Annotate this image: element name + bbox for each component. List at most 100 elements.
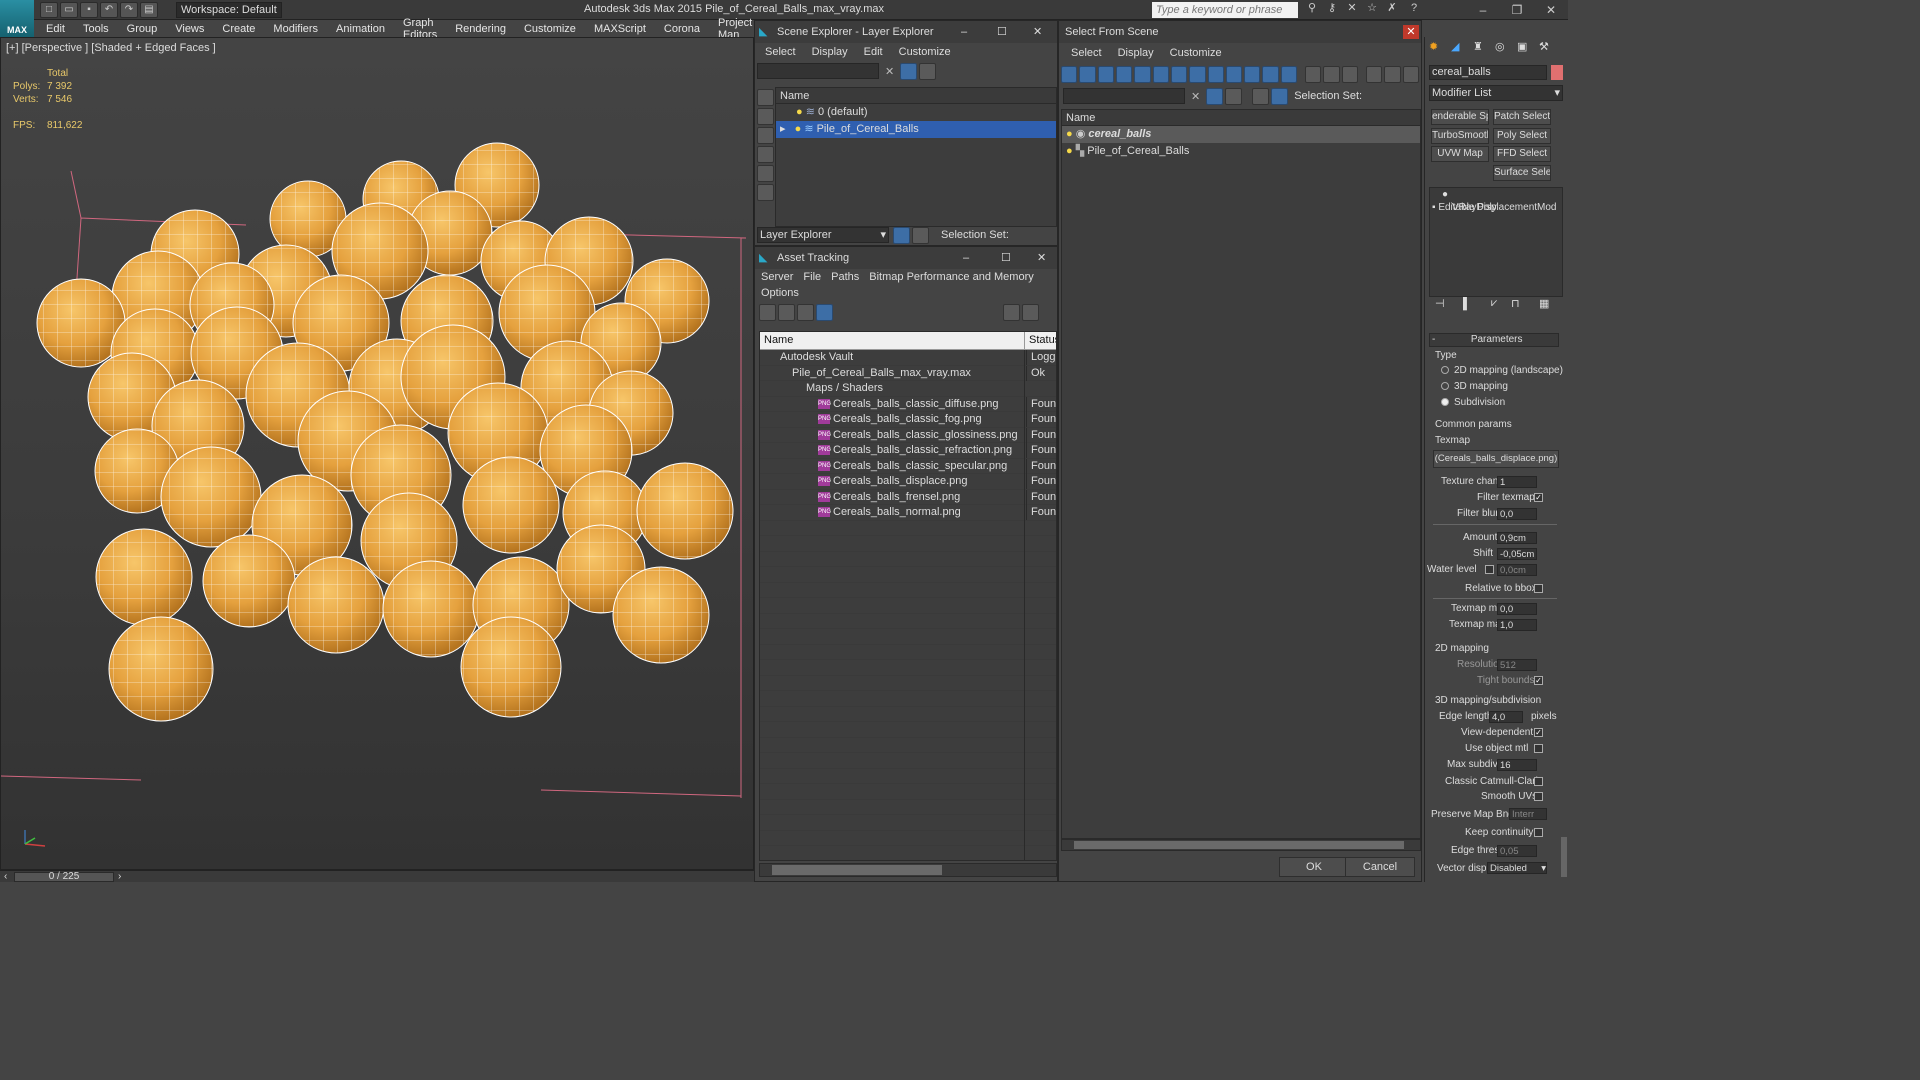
new-file-icon[interactable]: □ bbox=[40, 2, 58, 18]
restore-icon[interactable]: ❐ bbox=[1500, 0, 1534, 20]
menu-animation[interactable]: Animation bbox=[336, 23, 385, 35]
prev-frame-icon[interactable]: ‹ bbox=[4, 871, 7, 882]
remove-modifier-icon[interactable]: ⊓ bbox=[1511, 297, 1539, 310]
minimize-icon[interactable]: – bbox=[963, 247, 969, 269]
radio-2d-mapping[interactable]: 2D mapping (landscape) bbox=[1441, 365, 1563, 376]
close-x-icon[interactable]: ✗ bbox=[1382, 1, 1402, 14]
display-cameras-icon[interactable] bbox=[1115, 65, 1133, 83]
ffd-select-button[interactable]: FFD Select bbox=[1493, 146, 1551, 162]
select-invert-icon[interactable] bbox=[1341, 65, 1358, 83]
asset-row[interactable]: PNGCereals_balls_normal.png Found bbox=[760, 505, 1056, 521]
radio-3d-mapping[interactable]: 3D mapping bbox=[1441, 381, 1508, 392]
display-bones-icon[interactable] bbox=[1207, 65, 1224, 83]
display-tab-icon[interactable]: ▣ bbox=[1517, 40, 1539, 53]
layer-explorer-icon[interactable] bbox=[893, 226, 910, 244]
menu-maxscript[interactable]: MAXScript bbox=[594, 23, 646, 35]
key-icon[interactable]: ⚷ bbox=[1322, 1, 1342, 14]
asset-row[interactable]: PNG Cereals_balls_classic_refraction.png F… bbox=[760, 443, 1056, 459]
hierarchy-icon[interactable] bbox=[1384, 65, 1401, 83]
asset-row[interactable]: PNG Cereals_balls_classic_glossiness.png F… bbox=[760, 427, 1056, 443]
texmap-max-spinner[interactable]: 1,0 bbox=[1497, 619, 1537, 631]
redo-icon[interactable]: ↷ bbox=[120, 2, 138, 18]
asset-row[interactable]: PNGCereals_balls_classic_fog.png Found bbox=[760, 412, 1056, 428]
asset-row[interactable]: Autodesk Vault Logged bbox=[760, 350, 1056, 366]
ok-button[interactable]: OK bbox=[1279, 857, 1349, 877]
patch-select-button[interactable]: Patch Select bbox=[1493, 109, 1551, 125]
surface-select-button[interactable]: Surface Select bbox=[1493, 165, 1551, 181]
smooth-uvs-checkbox[interactable] bbox=[1534, 792, 1543, 801]
close-icon[interactable]: ✕ bbox=[1033, 21, 1042, 43]
lightbulb-icon[interactable]: ● bbox=[1066, 128, 1073, 140]
column-header-name[interactable]: Name bbox=[764, 334, 793, 346]
configure-sets-icon[interactable]: ▦ bbox=[1539, 297, 1559, 310]
texture-chan-spinner[interactable]: 1 bbox=[1497, 476, 1537, 488]
layers-icon[interactable] bbox=[1252, 87, 1270, 105]
shift-spinner[interactable]: -0,05cm bbox=[1497, 548, 1537, 560]
star-icon[interactable]: ☆ bbox=[1362, 1, 1382, 14]
asset-row[interactable]: Maps / Shaders bbox=[760, 381, 1056, 397]
modifier-list-dropdown[interactable]: Modifier List ▾ bbox=[1429, 85, 1563, 101]
hierarchy-view-icon[interactable] bbox=[1271, 87, 1289, 105]
menu-group[interactable]: Group bbox=[127, 23, 158, 35]
filter-blur-spinner[interactable]: 0,0 bbox=[1497, 508, 1537, 520]
asset-row[interactable]: PNG Cereals_balls_classic_specular.png Fou… bbox=[760, 458, 1056, 474]
stack-item[interactable]: ● VRayDisplacementMod bbox=[1430, 188, 1562, 213]
filter-icon[interactable] bbox=[900, 62, 918, 80]
tools-icon[interactable]: ✕ bbox=[1342, 1, 1362, 14]
menu-customize[interactable]: Customize bbox=[1170, 47, 1222, 59]
menu-customize[interactable]: Customize bbox=[899, 46, 951, 58]
layer-row[interactable]: ● ≋ 0 (default) bbox=[776, 104, 1056, 121]
maximize-icon[interactable]: ☐ bbox=[1001, 247, 1011, 269]
select-all-icon[interactable] bbox=[1305, 65, 1322, 83]
pin-stack-icon[interactable]: ⊣ bbox=[1435, 297, 1463, 310]
display-helpers-icon[interactable] bbox=[757, 165, 774, 182]
modify-tab-icon[interactable]: ◢ bbox=[1451, 40, 1473, 53]
menu-options[interactable]: Options bbox=[761, 287, 799, 299]
time-slider[interactable]: ‹ 0 / 225 › bbox=[0, 870, 754, 882]
perspective-viewport[interactable]: [+] [Perspective ] [Shaded + Edged Faces… bbox=[0, 37, 754, 870]
menu-modifiers[interactable]: Modifiers bbox=[273, 23, 318, 35]
cancel-button[interactable]: Cancel bbox=[1345, 857, 1415, 877]
texmap-min-spinner[interactable]: 0,0 bbox=[1497, 603, 1537, 615]
panel-scrollbar[interactable] bbox=[1561, 837, 1567, 877]
water-level-checkbox[interactable] bbox=[1485, 565, 1494, 574]
radio-button[interactable] bbox=[1441, 398, 1449, 407]
edge-thresh-spinner[interactable]: 0,05 bbox=[1497, 845, 1537, 857]
object-row-selected[interactable]: ● ◉ cereal_balls bbox=[1062, 126, 1420, 143]
display-spacewarps-icon[interactable] bbox=[757, 184, 774, 201]
create-tab-icon[interactable]: ✹ bbox=[1429, 40, 1451, 53]
menu-display[interactable]: Display bbox=[812, 46, 848, 58]
display-helpers-icon[interactable] bbox=[1134, 65, 1151, 83]
app-logo[interactable]: MAX bbox=[0, 0, 34, 37]
catmull-clark-checkbox[interactable] bbox=[1534, 777, 1543, 786]
filter-icon[interactable] bbox=[1206, 87, 1224, 105]
object-name-field[interactable]: cereal_balls bbox=[1429, 65, 1547, 80]
view-dependent-checkbox[interactable]: ✓ bbox=[1534, 728, 1543, 737]
display-all-icon[interactable] bbox=[1280, 65, 1298, 83]
display-spacewarps-icon[interactable] bbox=[1152, 65, 1169, 83]
close-icon[interactable]: ✕ bbox=[1534, 0, 1568, 20]
column-header-name[interactable]: Name bbox=[1062, 110, 1420, 126]
object-color-swatch[interactable] bbox=[1551, 65, 1563, 80]
open-file-icon[interactable]: ▭ bbox=[60, 2, 78, 18]
asset-row[interactable]: PNG Cereals_balls_classic_diffuse.png Foun… bbox=[760, 396, 1056, 412]
workspace-dropdown[interactable]: Workspace: Default ▾ bbox=[176, 2, 282, 30]
expand-plus-icon[interactable]: ▪ bbox=[1432, 202, 1436, 213]
lightbulb-icon[interactable]: ● bbox=[795, 123, 802, 135]
display-cameras-icon[interactable] bbox=[757, 146, 774, 163]
binoculars-icon[interactable]: ⚲ bbox=[1302, 1, 1322, 14]
display-lights-icon[interactable] bbox=[757, 127, 774, 144]
close-icon[interactable]: ✕ bbox=[1037, 247, 1046, 269]
filter-funnel-icon[interactable] bbox=[1366, 65, 1383, 83]
search-input[interactable]: Type a keyword or phrase bbox=[1152, 2, 1298, 18]
lightbulb-icon[interactable]: ● bbox=[1442, 189, 1448, 200]
display-shapes-icon[interactable] bbox=[1079, 65, 1096, 83]
radio-button[interactable] bbox=[1441, 382, 1449, 391]
asset-row[interactable]: PNGCereals_balls_frensel.png Found bbox=[760, 489, 1056, 505]
display-frozen-icon[interactable] bbox=[1244, 65, 1261, 83]
relative-bbox-checkbox[interactable] bbox=[1534, 584, 1543, 593]
keep-continuity-checkbox[interactable] bbox=[1534, 828, 1543, 837]
asset-row[interactable]: Pile_of_Cereal_Balls_max_vray.max Ok bbox=[760, 365, 1056, 381]
menu-paths[interactable]: Paths bbox=[831, 271, 859, 283]
resolution-spinner[interactable]: 512 bbox=[1497, 659, 1537, 671]
